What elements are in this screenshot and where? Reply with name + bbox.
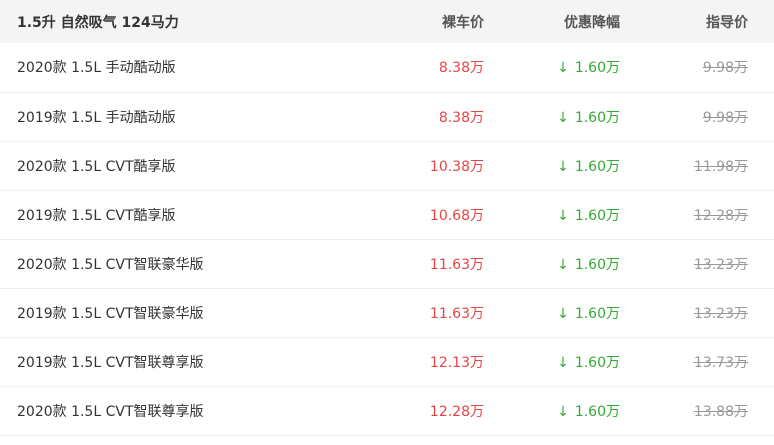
discount-value: 1.60万	[574, 109, 620, 126]
discount-cell: ↓ 1.60万	[484, 386, 620, 435]
down-arrow-icon: ↓	[557, 109, 569, 126]
header-trim-group: 1.5升 自然吸气 124马力	[17, 14, 179, 31]
trim-name[interactable]: 2020款 1.5L 手动酷动版	[0, 43, 304, 92]
price-table: 1.5升 自然吸气 124马力 裸车价 优惠降幅 指导价 2020款 1.5L …	[0, 0, 774, 436]
header-row: 1.5升 自然吸气 124马力 裸车价 优惠降幅 指导价	[0, 0, 774, 43]
bare-price: 11.63万	[429, 256, 484, 273]
trim-name[interactable]: 2020款 1.5L CVT酷享版	[0, 141, 304, 190]
trim-name[interactable]: 2019款 1.5L CVT智联豪华版	[0, 288, 304, 337]
trim-name[interactable]: 2020款 1.5L CVT智联豪华版	[0, 239, 304, 288]
table-header: 1.5升 自然吸气 124马力 裸车价 优惠降幅 指导价	[0, 0, 774, 43]
down-arrow-icon: ↓	[557, 354, 569, 371]
table-row[interactable]: 2019款 1.5L CVT智联尊享版 12.13万 ↓ 1.60万 13.73万	[0, 337, 774, 386]
discount-value: 1.60万	[574, 158, 620, 175]
bare-price: 8.38万	[438, 109, 484, 126]
header-guide-price: 指导价	[706, 14, 748, 31]
table-body: 2020款 1.5L 手动酷动版 8.38万 ↓ 1.60万 9.98万 2019…	[0, 43, 774, 435]
bare-price: 8.38万	[438, 60, 484, 77]
trim-name[interactable]: 2019款 1.5L CVT酷享版	[0, 190, 304, 239]
table-row[interactable]: 2019款 1.5L 手动酷动版 8.38万 ↓ 1.60万 9.98万	[0, 92, 774, 141]
down-arrow-icon: ↓	[557, 158, 569, 175]
guide-price: 13.88万	[693, 403, 748, 420]
trim-name[interactable]: 2019款 1.5L 手动酷动版	[0, 92, 304, 141]
guide-price: 9.98万	[702, 60, 748, 77]
down-arrow-icon: ↓	[557, 305, 569, 322]
down-arrow-icon: ↓	[557, 403, 569, 420]
bare-price: 10.38万	[429, 158, 484, 175]
bare-price: 10.68万	[429, 207, 484, 224]
down-arrow-icon: ↓	[557, 256, 569, 273]
table-row[interactable]: 2020款 1.5L 手动酷动版 8.38万 ↓ 1.60万 9.98万	[0, 43, 774, 92]
bare-price: 11.63万	[429, 305, 484, 322]
discount-value: 1.60万	[574, 256, 620, 273]
table-row[interactable]: 2019款 1.5L CVT酷享版 10.68万 ↓ 1.60万 12.28万	[0, 190, 774, 239]
discount-cell: ↓ 1.60万	[484, 141, 620, 190]
down-arrow-icon: ↓	[557, 207, 569, 224]
down-arrow-icon: ↓	[557, 60, 569, 77]
table-row[interactable]: 2020款 1.5L CVT酷享版 10.38万 ↓ 1.60万 11.98万	[0, 141, 774, 190]
trim-name[interactable]: 2020款 1.5L CVT智联尊享版	[0, 386, 304, 435]
discount-value: 1.60万	[574, 305, 620, 322]
discount-value: 1.60万	[574, 207, 620, 224]
guide-price: 13.23万	[693, 305, 748, 322]
trim-name[interactable]: 2019款 1.5L CVT智联尊享版	[0, 337, 304, 386]
discount-cell: ↓ 1.60万	[484, 239, 620, 288]
guide-price: 13.73万	[693, 354, 748, 371]
table-row[interactable]: 2020款 1.5L CVT智联豪华版 11.63万 ↓ 1.60万 13.23万	[0, 239, 774, 288]
discount-value: 1.60万	[574, 403, 620, 420]
discount-value: 1.60万	[574, 60, 620, 77]
discount-value: 1.60万	[574, 354, 620, 371]
discount-cell: ↓ 1.60万	[484, 190, 620, 239]
bare-price: 12.13万	[429, 354, 484, 371]
table-row[interactable]: 2019款 1.5L CVT智联豪华版 11.63万 ↓ 1.60万 13.23万	[0, 288, 774, 337]
discount-cell: ↓ 1.60万	[484, 288, 620, 337]
discount-cell: ↓ 1.60万	[484, 92, 620, 141]
header-discount: 优惠降幅	[564, 14, 620, 31]
guide-price: 13.23万	[693, 256, 748, 273]
discount-cell: ↓ 1.60万	[484, 43, 620, 92]
guide-price: 9.98万	[702, 109, 748, 126]
guide-price: 12.28万	[693, 207, 748, 224]
header-bare-price: 裸车价	[442, 14, 484, 31]
guide-price: 11.98万	[693, 158, 748, 175]
table-row[interactable]: 2020款 1.5L CVT智联尊享版 12.28万 ↓ 1.60万 13.88万	[0, 386, 774, 435]
discount-cell: ↓ 1.60万	[484, 337, 620, 386]
bare-price: 12.28万	[429, 403, 484, 420]
